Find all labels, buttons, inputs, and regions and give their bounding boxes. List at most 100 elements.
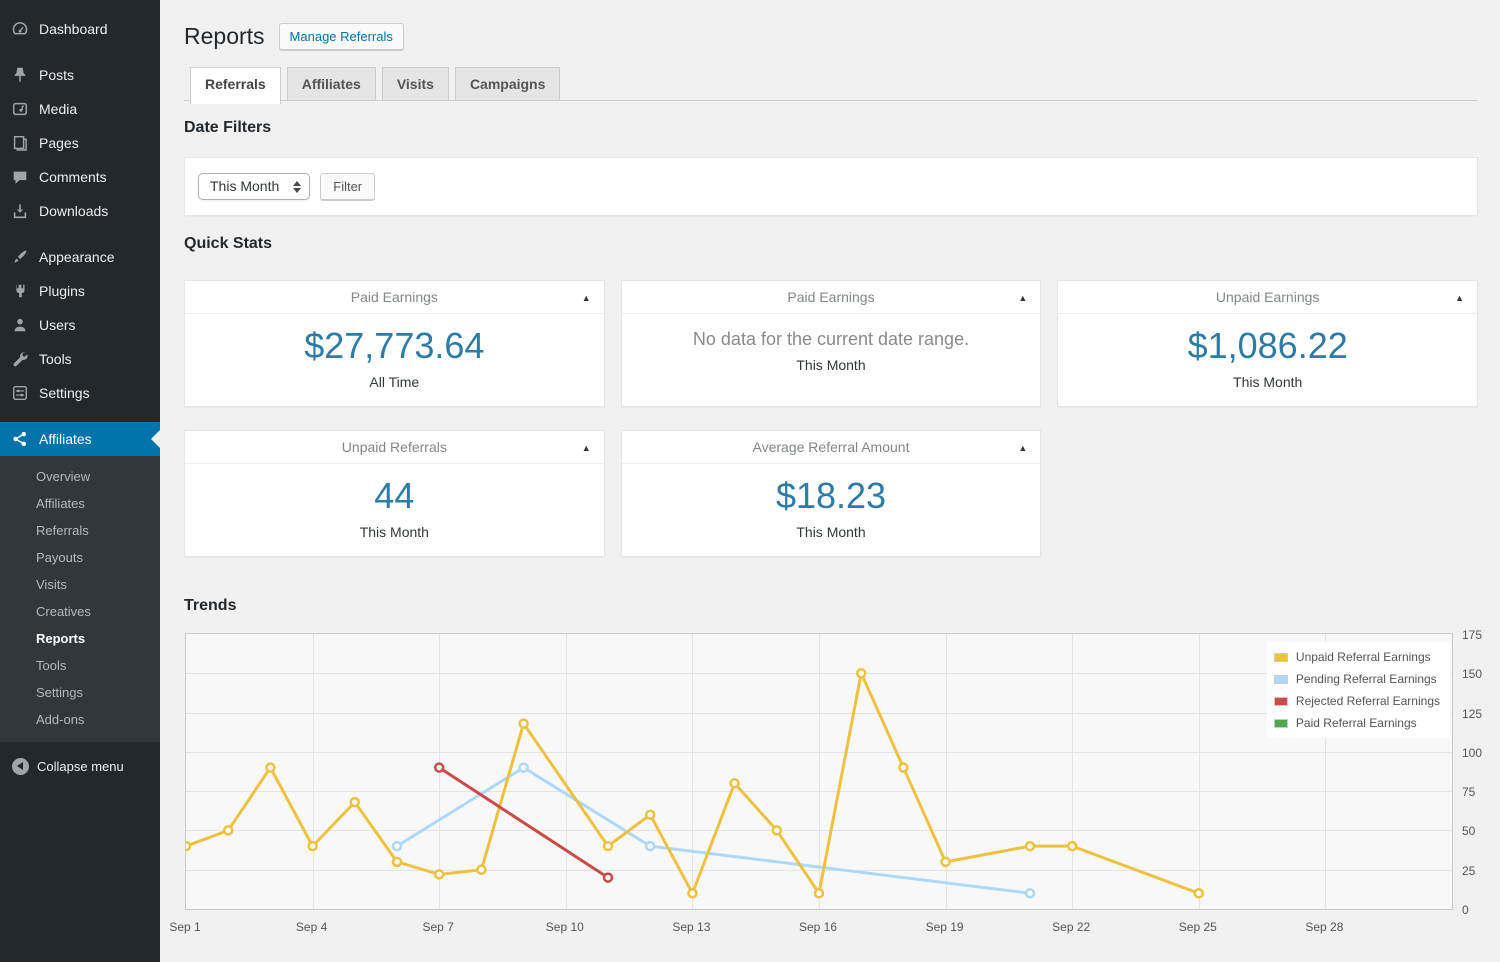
submenu-item-visits[interactable]: Visits [0,571,160,598]
dashboard-icon [10,19,30,39]
user-icon [10,315,30,335]
submenu-item-payouts[interactable]: Payouts [0,544,160,571]
collapse-arrow-icon [12,757,29,775]
stat-card-body: $18.23 This Month [622,475,1041,540]
filter-button[interactable]: Filter [320,173,376,200]
y-tick-label: 25 [1462,863,1476,878]
x-tick-label: Sep 28 [1305,920,1344,934]
sidebar-item-plugins[interactable]: Plugins [0,274,160,308]
legend-label: Unpaid Referral Earnings [1295,650,1431,664]
menu-separator [0,46,160,58]
sidebar-item-posts[interactable]: Posts [0,58,160,92]
tab-visits[interactable]: Visits [381,67,449,100]
affiliates-submenu: Overview Affiliates Referrals Payouts Vi… [0,456,160,742]
sidebar-item-label: Posts [39,67,75,83]
date-range-select-value: This Month [210,178,280,194]
stat-value: 44 [374,475,415,516]
stat-card-paid-earnings-alltime: Paid Earnings ▲ $27,773.64 All Time [184,280,605,407]
stat-card-header: Unpaid Earnings ▲ [1058,281,1477,314]
wrench-icon [10,349,30,369]
comment-icon [10,167,30,187]
app-window: Dashboard Posts Media Pages Comments Dow… [0,0,1500,962]
stat-caption: This Month [359,524,429,540]
stat-card-body: $27,773.64 All Time [185,325,604,390]
submenu-item-referrals[interactable]: Referrals [0,517,160,544]
sidebar-item-affiliates[interactable]: Affiliates [0,422,160,456]
sidebar-item-label: Comments [39,169,107,185]
y-tick-label: 100 [1462,745,1483,760]
collapse-card-icon[interactable]: ▲ [1018,432,1027,465]
sidebar-item-dashboard[interactable]: Dashboard [0,12,160,46]
x-tick-label: Sep 7 [422,920,454,934]
stat-caption: This Month [796,357,866,373]
sidebar-item-label: Pages [39,135,79,151]
collapse-card-icon[interactable]: ▲ [1455,282,1464,315]
stat-card-title: Unpaid Earnings [1215,289,1320,305]
submenu-item-reports[interactable]: Reports [0,625,160,652]
sidebar-item-pages[interactable]: Pages [0,126,160,160]
collapse-card-icon[interactable]: ▲ [1018,282,1027,315]
x-tick-label: Sep 10 [545,920,584,934]
stat-card-body: No data for the current date range. This… [622,329,1041,373]
sidebar-item-media[interactable]: Media [0,92,160,126]
stat-card-title: Paid Earnings [787,289,875,305]
stat-card-body: $1,086.22 This Month [1058,325,1477,390]
sidebar-item-tools[interactable]: Tools [0,342,160,376]
stat-card-header: Paid Earnings ▲ [621,281,1041,315]
legend-item: Unpaid Referral Earnings [1273,646,1440,668]
page-header: Reports Manage Referrals [184,0,1478,51]
sidebar-item-label: Dashboard [39,21,108,37]
stat-caption: This Month [796,524,866,540]
paid-series-swatch [1273,718,1288,728]
sidebar-item-settings[interactable]: Settings [0,376,160,410]
stat-card-body: 44 This Month [185,475,604,540]
collapse-menu-button[interactable]: Collapse menu [0,749,160,783]
submenu-item-overview[interactable]: Overview [0,463,160,490]
x-tick-label: Sep 19 [925,920,964,934]
x-tick-label: Sep 16 [798,920,838,934]
stat-value: $27,773.64 [304,325,485,366]
chart-series-svg [186,668,1205,899]
stat-card-unpaid-earnings: Unpaid Earnings ▲ $1,086.22 This Month [1057,280,1478,407]
legend-item: Pending Referral Earnings [1273,668,1440,690]
sidebar-item-appearance[interactable]: Appearance [0,240,160,274]
tab-campaigns[interactable]: Campaigns [454,67,561,100]
collapse-menu-label: Collapse menu [37,758,124,774]
date-range-select[interactable]: This Month [198,173,311,200]
sidebar-item-label: Downloads [39,203,109,219]
tab-affiliates[interactable]: Affiliates [286,67,376,100]
menu-separator [0,228,160,240]
sidebar-item-label: Plugins [39,283,85,299]
sidebar-item-comments[interactable]: Comments [0,160,160,194]
submenu-item-addons[interactable]: Add-ons [0,706,160,733]
sidebar-item-label: Settings [39,385,90,401]
trends-heading: Trends [184,597,237,614]
stat-card-paid-earnings-month: Paid Earnings ▲ No data for the current … [620,280,1042,407]
date-filter-panel: This Month Filter [184,157,1478,216]
sidebar-item-downloads[interactable]: Downloads [0,194,160,228]
brush-icon [10,247,30,267]
submenu-item-tools[interactable]: Tools [0,652,160,679]
submenu-item-creatives[interactable]: Creatives [0,598,160,625]
stat-card-title: Unpaid Referrals [341,439,447,455]
y-tick-label: 175 [1462,628,1483,642]
legend-label: Rejected Referral Earnings [1295,694,1440,708]
chart-x-axis: Sep 1 Sep 4 Sep 7 Sep 10 Sep 13 Sep 16 Sep 19 S… [169,920,1453,938]
quick-stats-grid: Paid Earnings ▲ $27,773.64 All Time Paid… [184,280,1478,557]
submenu-item-affiliates[interactable]: Affiliates [0,490,160,517]
tab-referrals[interactable]: Referrals [190,67,281,104]
stat-card-header: Paid Earnings ▲ [185,281,604,314]
manage-referrals-button[interactable]: Manage Referrals [278,23,404,50]
stat-card-header: Unpaid Referrals ▲ [185,431,604,464]
y-tick-label: 150 [1462,667,1483,682]
y-tick-label: 0 [1462,903,1469,917]
collapse-card-icon[interactable]: ▲ [582,282,591,315]
download-icon [10,201,30,221]
sidebar-item-users[interactable]: Users [0,308,160,342]
submenu-item-settings[interactable]: Settings [0,679,160,706]
x-tick-label: Sep 13 [672,920,711,934]
stat-card-unpaid-referrals: Unpaid Referrals ▲ 44 This Month [184,430,605,557]
collapse-card-icon[interactable]: ▲ [582,432,591,465]
settings-icon [10,383,30,403]
stat-card-header: Average Referral Amount ▲ [621,431,1041,465]
